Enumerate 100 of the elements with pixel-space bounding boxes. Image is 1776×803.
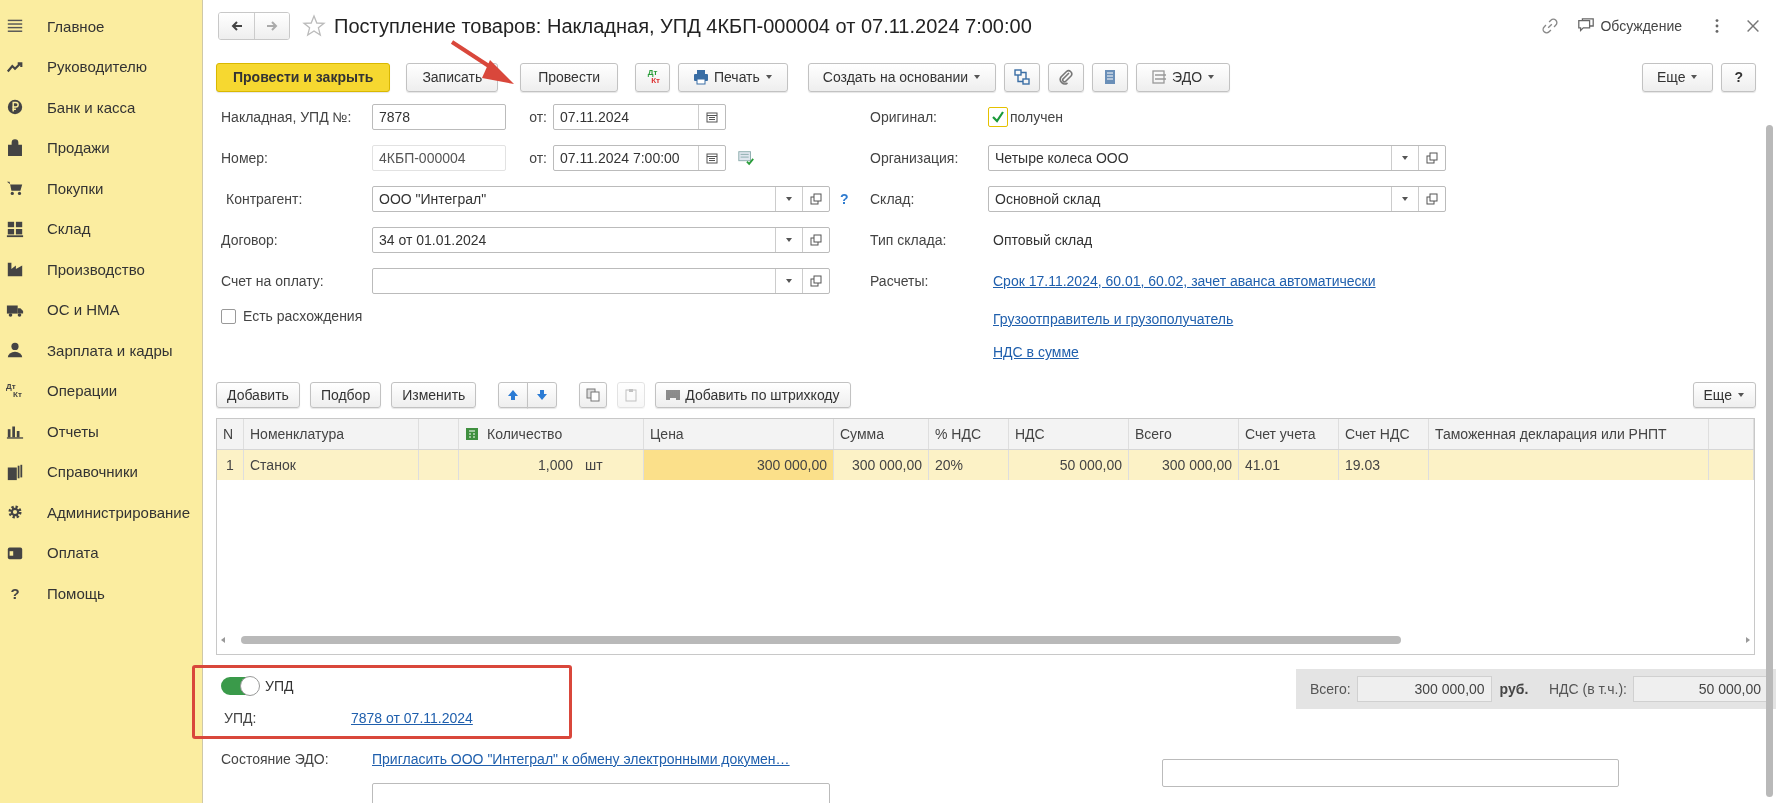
input-field[interactable] <box>1162 759 1619 787</box>
column-header[interactable]: % НДС <box>929 419 1009 450</box>
star-icon[interactable] <box>302 14 326 38</box>
discussion-button[interactable]: Обсуждение <box>1577 17 1682 35</box>
table-cell: шт <box>579 450 644 481</box>
caret-icon[interactable] <box>1401 194 1409 203</box>
field-label: Контрагент: <box>225 190 304 207</box>
edo-button[interactable]: ЭДО <box>1136 62 1231 92</box>
document-button[interactable] <box>1092 62 1129 92</box>
table-button[interactable]: Добавить <box>216 382 300 409</box>
column-header[interactable]: Номенклатура <box>244 419 419 450</box>
sidebar-item[interactable]: Покупки <box>0 168 202 209</box>
sidebar-item[interactable]: Справочники <box>0 451 202 492</box>
open-icon[interactable] <box>810 192 822 205</box>
sidebar-item[interactable]: Оплата <box>0 532 202 573</box>
close-icon[interactable] <box>1744 17 1762 35</box>
attach-button[interactable] <box>1048 62 1085 92</box>
edo-link[interactable]: Пригласить ООО "Интеграл" к обмену электронными докумен… <box>372 751 790 767</box>
sidebar-item[interactable]: Зарплата и кадры <box>0 330 202 371</box>
column-header[interactable]: НДС <box>1009 419 1129 450</box>
print-button[interactable]: Печать <box>677 62 788 92</box>
form-link[interactable]: Срок 17.11.2024, 60.01, 60.02, зачет аванса автоматически <box>988 272 1376 289</box>
table-cell: 50 000,00 <box>1009 450 1129 481</box>
open-icon[interactable] <box>810 233 822 246</box>
field-label: Счет на оплату: <box>220 272 325 289</box>
link-icon[interactable] <box>1541 17 1560 35</box>
move-up-button[interactable] <box>498 382 529 409</box>
input-field[interactable] <box>372 783 830 803</box>
form-link[interactable]: Грузоотправитель и грузополучатель <box>988 310 1234 327</box>
help-link[interactable]: ? <box>840 190 849 207</box>
copy-button[interactable] <box>579 382 608 409</box>
form-link[interactable]: НДС в сумме <box>988 344 1079 361</box>
sidebar-item[interactable]: Главное <box>0 6 202 47</box>
checkbox[interactable] <box>221 308 236 324</box>
table-button[interactable]: Подбор <box>309 382 382 409</box>
more-button[interactable]: Еще <box>1641 62 1714 92</box>
toolbar-button[interactable]: Записать <box>406 62 499 92</box>
exchange-icon <box>1151 69 1168 86</box>
caret-icon[interactable] <box>785 235 793 244</box>
create-based-on-button[interactable]: Создать на основании <box>807 62 997 92</box>
column-header[interactable]: Таможенная декларация или РНПТ <box>1429 419 1709 450</box>
number-field[interactable]: 7878 <box>372 103 506 130</box>
open-icon[interactable] <box>1426 151 1438 164</box>
upd-link[interactable]: 7878 от 07.11.2024 <box>351 710 473 726</box>
help-button[interactable]: ? <box>1721 62 1756 92</box>
caret-icon[interactable] <box>785 194 793 203</box>
barcode-button[interactable]: Добавить по штрихкоду <box>655 382 851 409</box>
column-header[interactable]: Цена <box>644 419 834 450</box>
sidebar-item[interactable]: Дт Кт Операции <box>0 370 202 411</box>
column-header[interactable]: Всего <box>1129 419 1239 450</box>
post-and-close-button[interactable]: Провести и закрыть <box>216 62 391 92</box>
select-field[interactable]: 34 от 01.01.2024 <box>372 226 830 253</box>
sidebar-item[interactable]: Продажи <box>0 127 202 168</box>
scroll-left-icon[interactable] <box>219 636 227 644</box>
scroll-right-icon[interactable] <box>1744 636 1752 644</box>
more-button[interactable]: Еще <box>1692 382 1756 409</box>
table-cell: 41.01 <box>1239 450 1339 481</box>
chat-icon <box>1577 17 1596 35</box>
table-button[interactable]: Изменить <box>391 382 477 409</box>
sidebar-item[interactable]: ОС и НМА <box>0 289 202 330</box>
vat-label: НДС (в т.ч.): <box>1548 681 1627 697</box>
open-icon[interactable] <box>810 274 822 287</box>
toolbar-button[interactable]: Провести <box>520 62 619 92</box>
help-icon: ? <box>6 584 24 602</box>
column-header[interactable]: N <box>217 419 244 450</box>
debit-credit-button[interactable]: Дт Кт <box>635 62 670 92</box>
date-field[interactable]: 07.11.2024 <box>553 103 726 130</box>
toggle-switch[interactable] <box>221 677 259 695</box>
move-down-button[interactable] <box>527 382 558 409</box>
select-field[interactable]: Основной склад <box>988 185 1446 212</box>
checkbox[interactable] <box>988 106 1008 127</box>
back-button[interactable] <box>219 13 254 39</box>
sidebar-item[interactable]: Руководителю <box>0 46 202 87</box>
caret-icon[interactable] <box>1401 153 1409 162</box>
select-field[interactable]: ООО "Интеграл" <box>372 185 830 212</box>
structure-button[interactable] <box>1004 62 1041 92</box>
sidebar-item[interactable]: Администрирование <box>0 492 202 533</box>
sidebar-item[interactable]: Отчеты <box>0 411 202 452</box>
select-field[interactable]: Четыре колеса ООО <box>988 144 1446 171</box>
column-header[interactable]: Сумма <box>834 419 929 450</box>
books-icon <box>6 462 24 481</box>
sidebar-item[interactable]: Производство <box>0 249 202 290</box>
open-icon[interactable] <box>1426 192 1438 205</box>
field-value: Оптовый склад <box>992 231 1093 248</box>
caret-icon[interactable] <box>785 276 793 285</box>
document-status-icon[interactable] <box>737 148 755 167</box>
column-header[interactable]: Счет учета <box>1239 419 1339 450</box>
column-header[interactable]: Количество <box>487 426 563 443</box>
field-label: УПД: <box>223 710 258 726</box>
calendar-icon[interactable] <box>706 151 718 164</box>
calendar-icon[interactable] <box>706 110 718 123</box>
vertical-scrollbar[interactable] <box>1766 125 1774 797</box>
column-header[interactable]: Счет НДС <box>1339 419 1429 450</box>
sidebar-item[interactable]: Склад <box>0 208 202 249</box>
checkbox-label: Есть расхождения <box>243 308 363 325</box>
table-cell: 20% <box>929 450 1009 481</box>
select-field[interactable] <box>372 267 830 294</box>
field-label: Накладная, УПД №: <box>220 108 353 125</box>
sidebar-item[interactable]: Банк и касса <box>0 87 202 128</box>
sidebar-item[interactable]: ? Помощь <box>0 573 202 614</box>
